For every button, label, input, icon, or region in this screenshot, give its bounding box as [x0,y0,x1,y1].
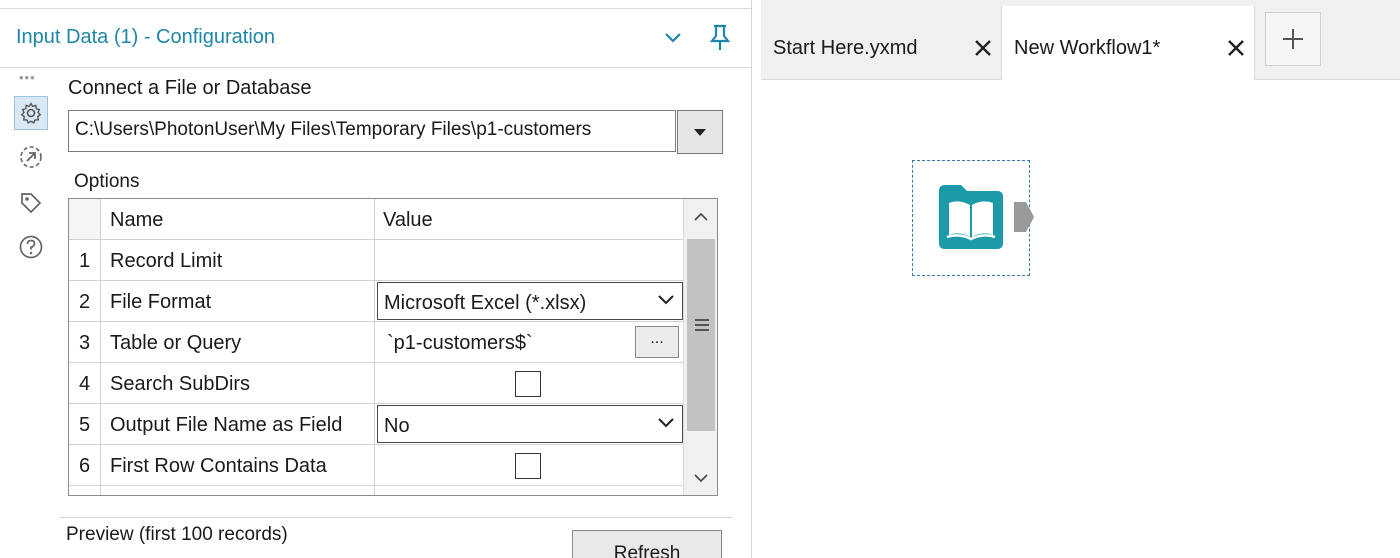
book-icon[interactable] [935,181,1007,253]
close-icon[interactable] [1224,36,1248,60]
collapse-chevron-icon[interactable] [658,23,688,53]
scroll-down-icon[interactable] [684,461,717,495]
tab-label: Start Here.yxmd [773,37,918,59]
scroll-thumb[interactable] [687,239,715,431]
preview-label: Preview (first 100 records) [66,524,288,545]
row-number: 6 [69,445,101,485]
row-number: 5 [69,404,101,444]
name-column-header: Name [101,199,375,239]
value-column-header: Value [383,209,433,231]
configuration-title: Input Data (1) - Configuration [16,26,276,48]
grid-scrollbar[interactable] [683,199,717,495]
chevron-down-icon [658,295,674,305]
tab-start-here[interactable]: Start Here.yxmd [761,6,999,80]
file-format-select[interactable]: Microsoft Excel (*.xlsx) [377,282,683,320]
row-number: 3 [69,322,101,362]
plus-icon [1283,29,1303,49]
table-row: 5 Output File Name as Field No [69,404,683,445]
file-path-input[interactable]: C:\Users\PhotonUser\My Files\Temporary F… [68,110,676,152]
row-number: 1 [69,240,101,280]
tag-icon[interactable] [14,186,48,220]
connect-label: Connect a File or Database [68,77,312,99]
option-name: File Format [101,281,375,321]
row-number: 4 [69,363,101,403]
output-file-name-select[interactable]: No [377,405,683,443]
tab-label: New Workflow1* [1014,37,1161,59]
table-row: 2 File Format Microsoft Excel (*.xlsx) [69,281,683,322]
row-number [69,486,101,495]
table-query-browse-button[interactable]: ... [635,326,679,358]
chevron-down-icon [658,418,674,428]
side-rail: ••• [0,70,58,558]
row-number-header [69,199,101,239]
add-tab-button[interactable] [1265,12,1321,66]
refresh-button[interactable]: Refresh [572,530,722,558]
option-name: Record Limit [101,240,375,280]
table-row [69,486,683,495]
divider [60,517,732,518]
output-file-name-value: No [384,415,410,437]
options-grid: Name Value 1 Record Limit 2 File Format … [68,198,718,496]
first-row-data-checkbox[interactable] [515,453,541,479]
pin-icon[interactable] [705,23,735,53]
table-row: 6 First Row Contains Data [69,445,683,486]
option-name: Search SubDirs [101,363,375,403]
record-limit-input[interactable] [375,240,683,280]
workflow-canvas[interactable] [761,81,1400,558]
close-icon[interactable] [971,36,995,60]
navigate-icon[interactable] [14,140,48,174]
scroll-up-icon[interactable] [684,199,717,233]
search-subdirs-checkbox[interactable] [515,371,541,397]
configuration-header: Input Data (1) - Configuration [0,8,752,68]
table-row: 4 Search SubDirs [69,363,683,404]
option-name: First Row Contains Data [101,445,375,485]
tab-new-workflow[interactable]: New Workflow1* [1001,6,1255,80]
option-name: Output File Name as Field [101,404,375,444]
rail-grip-icon: ••• [19,70,36,85]
configuration-panel: Input Data (1) - Configuration ••• Conne… [0,0,752,558]
path-dropdown-button[interactable] [677,110,723,154]
settings-icon[interactable] [14,96,48,130]
output-anchor-icon[interactable] [1012,200,1036,234]
option-name [101,486,375,495]
dropdown-arrow-icon [694,128,706,136]
options-label: Options [74,171,140,192]
file-format-value: Microsoft Excel (*.xlsx) [384,292,587,314]
option-name: Table or Query [101,322,375,362]
grip-icon [695,319,709,334]
table-row: 3 Table or Query `p1-customers$` ... [69,322,683,363]
table-row: 1 Record Limit [69,240,683,281]
grid-header-row: Name Value [69,199,683,240]
help-icon[interactable] [14,230,48,264]
row-number: 2 [69,281,101,321]
